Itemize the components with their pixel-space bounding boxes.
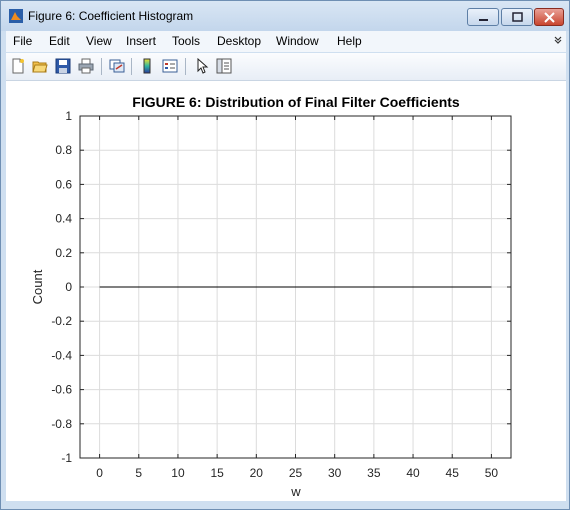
y-tick-label: 0.2 <box>55 246 72 260</box>
y-tick-label: -0.8 <box>51 417 72 431</box>
y-tick-label: 0 <box>65 280 72 294</box>
plot-area[interactable]: FIGURE 6: Distribution of Final Filter C… <box>6 81 566 501</box>
open-file-icon[interactable] <box>32 58 48 74</box>
menu-file[interactable]: File <box>13 34 32 48</box>
x-tick-label: 35 <box>367 466 381 480</box>
insert-legend-icon[interactable] <box>162 58 178 74</box>
x-tick-label: 10 <box>171 466 185 480</box>
figure-window: Figure 6: Coefficient Histogram File Edi… <box>0 0 570 510</box>
new-figure-icon[interactable] <box>10 58 26 74</box>
menu-insert[interactable]: Insert <box>126 34 156 48</box>
y-tick-label: 0.6 <box>55 177 72 191</box>
x-tick-label: 15 <box>210 466 224 480</box>
matlab-figure-icon <box>9 9 23 23</box>
insert-colorbar-icon[interactable] <box>139 58 155 74</box>
menu-edit[interactable]: Edit <box>49 34 70 48</box>
toolbar-separator <box>101 58 102 75</box>
x-tick-label: 45 <box>446 466 460 480</box>
y-tick-label: 1 <box>65 109 72 123</box>
x-tick-label: 50 <box>485 466 499 480</box>
toolbar-separator <box>185 58 186 75</box>
chart-title: FIGURE 6: Distribution of Final Filter C… <box>132 94 460 110</box>
y-axis-label: Count <box>30 269 45 304</box>
print-icon[interactable] <box>78 58 94 74</box>
menu-tools[interactable]: Tools <box>172 34 200 48</box>
close-button[interactable] <box>534 8 564 26</box>
x-tick-label: 30 <box>328 466 342 480</box>
menu-view[interactable]: View <box>86 34 112 48</box>
y-tick-label: -0.6 <box>51 383 72 397</box>
y-tick-label: -1 <box>61 451 72 465</box>
maximize-icon <box>512 12 523 22</box>
save-icon[interactable] <box>55 58 71 74</box>
toolbar <box>6 53 566 81</box>
y-tick-label: 0.4 <box>55 212 72 226</box>
menu-help[interactable]: Help <box>337 34 362 48</box>
menu-window[interactable]: Window <box>276 34 319 48</box>
x-tick-label: 40 <box>406 466 420 480</box>
minimize-button[interactable] <box>467 8 499 26</box>
x-tick-label: 5 <box>135 466 142 480</box>
edit-plot-pointer-icon[interactable] <box>194 58 210 74</box>
link-plot-icon[interactable] <box>109 58 125 74</box>
menu-bar: File Edit View Insert Tools Desktop Wind… <box>6 31 566 52</box>
y-tick-label: -0.2 <box>51 314 72 328</box>
close-icon <box>544 12 555 23</box>
maximize-button[interactable] <box>501 8 533 26</box>
title-bar[interactable]: Figure 6: Coefficient Histogram <box>1 1 569 31</box>
minimize-icon <box>479 19 488 21</box>
y-tick-label: -0.4 <box>51 348 72 362</box>
x-tick-label: 20 <box>250 466 264 480</box>
y-tick-label: 0.8 <box>55 143 72 157</box>
window-title: Figure 6: Coefficient Histogram <box>28 9 194 23</box>
menu-desktop[interactable]: Desktop <box>217 34 261 48</box>
x-tick-label: 0 <box>96 466 103 480</box>
menu-overflow-icon[interactable] <box>553 35 563 45</box>
figure-canvas: FIGURE 6: Distribution of Final Filter C… <box>6 81 566 501</box>
x-axis-label: w <box>290 484 301 499</box>
x-tick-label: 25 <box>289 466 303 480</box>
property-inspector-icon[interactable] <box>216 58 232 74</box>
toolbar-separator <box>131 58 132 75</box>
